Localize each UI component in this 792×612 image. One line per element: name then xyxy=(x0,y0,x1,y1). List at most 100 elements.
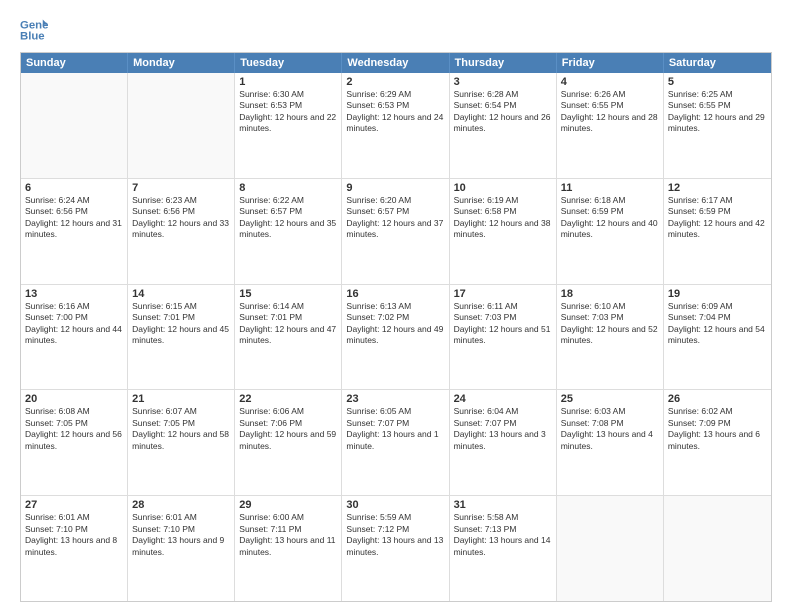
day-number: 14 xyxy=(132,288,230,300)
calendar-header: SundayMondayTuesdayWednesdayThursdayFrid… xyxy=(21,53,771,73)
cell-info: Sunrise: 6:18 AM Sunset: 6:59 PM Dayligh… xyxy=(561,195,659,241)
calendar-row-2: 6Sunrise: 6:24 AM Sunset: 6:56 PM Daylig… xyxy=(21,178,771,284)
calendar-cell-27: 27Sunrise: 6:01 AM Sunset: 7:10 PM Dayli… xyxy=(21,496,128,601)
calendar-cell-12: 12Sunrise: 6:17 AM Sunset: 6:59 PM Dayli… xyxy=(664,179,771,284)
cell-info: Sunrise: 6:03 AM Sunset: 7:08 PM Dayligh… xyxy=(561,406,659,452)
calendar-cell-2: 2Sunrise: 6:29 AM Sunset: 6:53 PM Daylig… xyxy=(342,73,449,178)
day-number: 18 xyxy=(561,288,659,300)
calendar-cell-28: 28Sunrise: 6:01 AM Sunset: 7:10 PM Dayli… xyxy=(128,496,235,601)
calendar-cell-30: 30Sunrise: 5:59 AM Sunset: 7:12 PM Dayli… xyxy=(342,496,449,601)
calendar-cell-3: 3Sunrise: 6:28 AM Sunset: 6:54 PM Daylig… xyxy=(450,73,557,178)
day-number: 13 xyxy=(25,288,123,300)
logo: General Blue xyxy=(20,16,52,44)
cell-info: Sunrise: 6:17 AM Sunset: 6:59 PM Dayligh… xyxy=(668,195,767,241)
header-day-wednesday: Wednesday xyxy=(342,53,449,73)
day-number: 20 xyxy=(25,393,123,405)
day-number: 19 xyxy=(668,288,767,300)
day-number: 28 xyxy=(132,499,230,511)
cell-info: Sunrise: 6:01 AM Sunset: 7:10 PM Dayligh… xyxy=(25,512,123,558)
calendar-cell-10: 10Sunrise: 6:19 AM Sunset: 6:58 PM Dayli… xyxy=(450,179,557,284)
calendar-cell-empty xyxy=(128,73,235,178)
day-number: 29 xyxy=(239,499,337,511)
calendar-cell-29: 29Sunrise: 6:00 AM Sunset: 7:11 PM Dayli… xyxy=(235,496,342,601)
cell-info: Sunrise: 6:25 AM Sunset: 6:55 PM Dayligh… xyxy=(668,89,767,135)
calendar-row-5: 27Sunrise: 6:01 AM Sunset: 7:10 PM Dayli… xyxy=(21,495,771,601)
cell-info: Sunrise: 6:20 AM Sunset: 6:57 PM Dayligh… xyxy=(346,195,444,241)
calendar-cell-6: 6Sunrise: 6:24 AM Sunset: 6:56 PM Daylig… xyxy=(21,179,128,284)
cell-info: Sunrise: 6:04 AM Sunset: 7:07 PM Dayligh… xyxy=(454,406,552,452)
calendar-cell-9: 9Sunrise: 6:20 AM Sunset: 6:57 PM Daylig… xyxy=(342,179,449,284)
day-number: 22 xyxy=(239,393,337,405)
day-number: 10 xyxy=(454,182,552,194)
calendar-cell-8: 8Sunrise: 6:22 AM Sunset: 6:57 PM Daylig… xyxy=(235,179,342,284)
day-number: 8 xyxy=(239,182,337,194)
calendar-cell-empty xyxy=(21,73,128,178)
calendar-cell-4: 4Sunrise: 6:26 AM Sunset: 6:55 PM Daylig… xyxy=(557,73,664,178)
day-number: 3 xyxy=(454,76,552,88)
calendar-cell-empty xyxy=(664,496,771,601)
day-number: 31 xyxy=(454,499,552,511)
calendar-cell-15: 15Sunrise: 6:14 AM Sunset: 7:01 PM Dayli… xyxy=(235,285,342,390)
calendar-cell-31: 31Sunrise: 5:58 AM Sunset: 7:13 PM Dayli… xyxy=(450,496,557,601)
header-day-thursday: Thursday xyxy=(450,53,557,73)
day-number: 11 xyxy=(561,182,659,194)
day-number: 26 xyxy=(668,393,767,405)
day-number: 1 xyxy=(239,76,337,88)
header-day-friday: Friday xyxy=(557,53,664,73)
cell-info: Sunrise: 6:09 AM Sunset: 7:04 PM Dayligh… xyxy=(668,301,767,347)
calendar-cell-14: 14Sunrise: 6:15 AM Sunset: 7:01 PM Dayli… xyxy=(128,285,235,390)
cell-info: Sunrise: 6:13 AM Sunset: 7:02 PM Dayligh… xyxy=(346,301,444,347)
calendar-row-4: 20Sunrise: 6:08 AM Sunset: 7:05 PM Dayli… xyxy=(21,389,771,495)
header-day-sunday: Sunday xyxy=(21,53,128,73)
page: General Blue SundayMondayTuesdayWednesda… xyxy=(0,0,792,612)
cell-info: Sunrise: 6:26 AM Sunset: 6:55 PM Dayligh… xyxy=(561,89,659,135)
day-number: 17 xyxy=(454,288,552,300)
cell-info: Sunrise: 5:58 AM Sunset: 7:13 PM Dayligh… xyxy=(454,512,552,558)
calendar-cell-22: 22Sunrise: 6:06 AM Sunset: 7:06 PM Dayli… xyxy=(235,390,342,495)
cell-info: Sunrise: 6:02 AM Sunset: 7:09 PM Dayligh… xyxy=(668,406,767,452)
cell-info: Sunrise: 6:15 AM Sunset: 7:01 PM Dayligh… xyxy=(132,301,230,347)
logo-icon: General Blue xyxy=(20,16,48,44)
cell-info: Sunrise: 6:24 AM Sunset: 6:56 PM Dayligh… xyxy=(25,195,123,241)
header: General Blue xyxy=(20,16,772,44)
day-number: 12 xyxy=(668,182,767,194)
cell-info: Sunrise: 6:00 AM Sunset: 7:11 PM Dayligh… xyxy=(239,512,337,558)
svg-text:Blue: Blue xyxy=(20,31,45,43)
calendar-cell-empty xyxy=(557,496,664,601)
cell-info: Sunrise: 6:29 AM Sunset: 6:53 PM Dayligh… xyxy=(346,89,444,135)
calendar-cell-19: 19Sunrise: 6:09 AM Sunset: 7:04 PM Dayli… xyxy=(664,285,771,390)
cell-info: Sunrise: 6:23 AM Sunset: 6:56 PM Dayligh… xyxy=(132,195,230,241)
calendar-cell-11: 11Sunrise: 6:18 AM Sunset: 6:59 PM Dayli… xyxy=(557,179,664,284)
cell-info: Sunrise: 6:28 AM Sunset: 6:54 PM Dayligh… xyxy=(454,89,552,135)
day-number: 6 xyxy=(25,182,123,194)
calendar-cell-21: 21Sunrise: 6:07 AM Sunset: 7:05 PM Dayli… xyxy=(128,390,235,495)
day-number: 23 xyxy=(346,393,444,405)
cell-info: Sunrise: 6:22 AM Sunset: 6:57 PM Dayligh… xyxy=(239,195,337,241)
header-day-tuesday: Tuesday xyxy=(235,53,342,73)
cell-info: Sunrise: 6:30 AM Sunset: 6:53 PM Dayligh… xyxy=(239,89,337,135)
calendar-row-1: 1Sunrise: 6:30 AM Sunset: 6:53 PM Daylig… xyxy=(21,73,771,178)
calendar-cell-17: 17Sunrise: 6:11 AM Sunset: 7:03 PM Dayli… xyxy=(450,285,557,390)
calendar-cell-26: 26Sunrise: 6:02 AM Sunset: 7:09 PM Dayli… xyxy=(664,390,771,495)
cell-info: Sunrise: 6:01 AM Sunset: 7:10 PM Dayligh… xyxy=(132,512,230,558)
day-number: 21 xyxy=(132,393,230,405)
calendar-body: 1Sunrise: 6:30 AM Sunset: 6:53 PM Daylig… xyxy=(21,73,771,601)
cell-info: Sunrise: 5:59 AM Sunset: 7:12 PM Dayligh… xyxy=(346,512,444,558)
calendar-cell-7: 7Sunrise: 6:23 AM Sunset: 6:56 PM Daylig… xyxy=(128,179,235,284)
calendar-cell-5: 5Sunrise: 6:25 AM Sunset: 6:55 PM Daylig… xyxy=(664,73,771,178)
cell-info: Sunrise: 6:16 AM Sunset: 7:00 PM Dayligh… xyxy=(25,301,123,347)
day-number: 15 xyxy=(239,288,337,300)
day-number: 24 xyxy=(454,393,552,405)
calendar-cell-18: 18Sunrise: 6:10 AM Sunset: 7:03 PM Dayli… xyxy=(557,285,664,390)
cell-info: Sunrise: 6:19 AM Sunset: 6:58 PM Dayligh… xyxy=(454,195,552,241)
calendar-cell-25: 25Sunrise: 6:03 AM Sunset: 7:08 PM Dayli… xyxy=(557,390,664,495)
day-number: 7 xyxy=(132,182,230,194)
cell-info: Sunrise: 6:08 AM Sunset: 7:05 PM Dayligh… xyxy=(25,406,123,452)
cell-info: Sunrise: 6:11 AM Sunset: 7:03 PM Dayligh… xyxy=(454,301,552,347)
calendar-cell-16: 16Sunrise: 6:13 AM Sunset: 7:02 PM Dayli… xyxy=(342,285,449,390)
day-number: 9 xyxy=(346,182,444,194)
calendar-cell-1: 1Sunrise: 6:30 AM Sunset: 6:53 PM Daylig… xyxy=(235,73,342,178)
cell-info: Sunrise: 6:14 AM Sunset: 7:01 PM Dayligh… xyxy=(239,301,337,347)
calendar-cell-13: 13Sunrise: 6:16 AM Sunset: 7:00 PM Dayli… xyxy=(21,285,128,390)
cell-info: Sunrise: 6:10 AM Sunset: 7:03 PM Dayligh… xyxy=(561,301,659,347)
